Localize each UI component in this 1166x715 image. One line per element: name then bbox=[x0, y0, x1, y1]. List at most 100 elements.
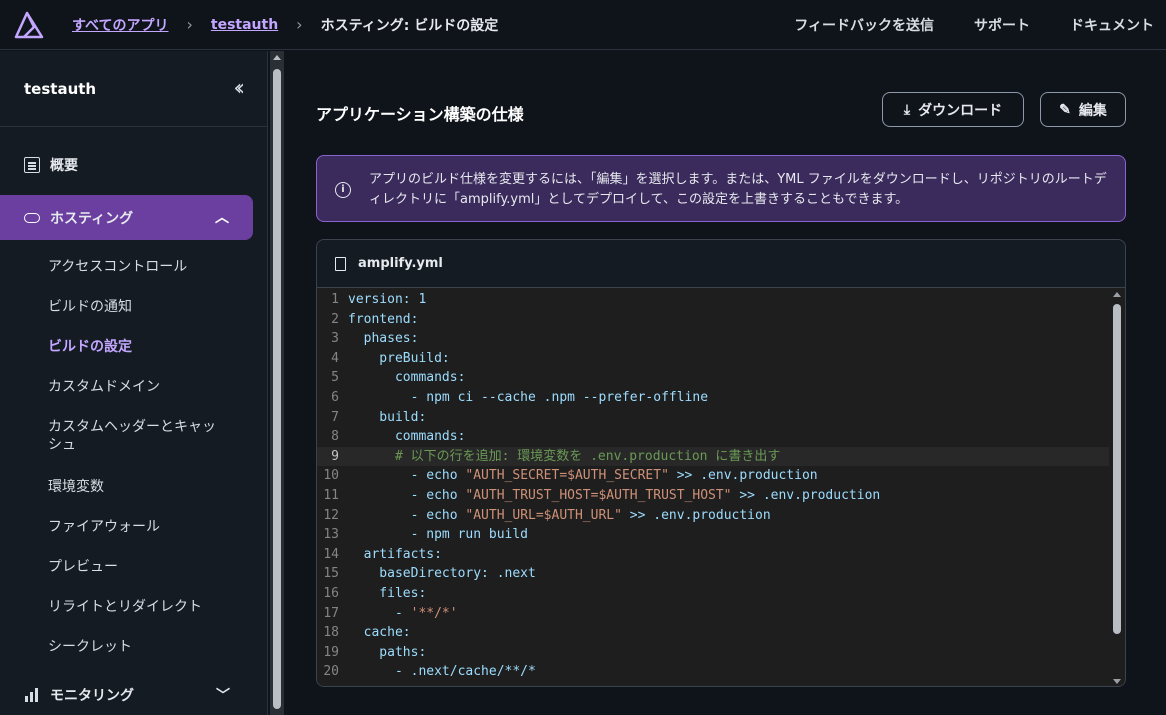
download-icon: ⤓ bbox=[903, 101, 911, 117]
info-alert-text: アプリのビルド仕様を変更するには、「編集」を選択します。または、YML ファイル… bbox=[369, 172, 1107, 207]
chevron-down-icon: ﹀ bbox=[216, 688, 230, 704]
breadcrumb-app[interactable]: testauth bbox=[211, 17, 278, 33]
line-number: 7 bbox=[331, 409, 339, 425]
sidebar-item-secrets[interactable]: シークレット bbox=[48, 638, 228, 678]
line-content: - echo "AUTH_URL=$AUTH_URL" >> .env.prod… bbox=[348, 507, 771, 523]
code-line: 5 commands: bbox=[317, 368, 1109, 388]
code-line: 7 build: bbox=[317, 408, 1109, 428]
file-icon bbox=[335, 256, 346, 271]
code-line: 19 paths: bbox=[317, 643, 1109, 663]
support-link[interactable]: サポート bbox=[974, 15, 1030, 35]
line-content: - '**/*' bbox=[348, 605, 458, 621]
code-line: 8 commands: bbox=[317, 427, 1109, 447]
line-number: 15 bbox=[323, 566, 339, 582]
line-content: baseDirectory: .next bbox=[348, 566, 536, 582]
code-lines: 1 version: 1 2 frontend: 3 phases: 4 preBuild… bbox=[317, 290, 1109, 682]
breadcrumb: すべてのアプリ › testauth › ホスティング: ビルドの設定 bbox=[72, 15, 498, 35]
line-content: - .next/cache/**/* bbox=[348, 664, 536, 680]
edit-button[interactable]: ✎ 編集 bbox=[1040, 92, 1126, 127]
sidebar-item-firewall[interactable]: ファイアウォール bbox=[48, 518, 228, 558]
line-content: artifacts: bbox=[348, 546, 442, 562]
double-chevron-left-icon[interactable]: ‹‹ bbox=[233, 76, 244, 101]
sidebar-item-monitoring[interactable]: モニタリング ﹀ bbox=[24, 685, 234, 705]
line-content: build: bbox=[348, 409, 427, 425]
line-content: # 以下の行を追加: 環境変数を .env.production に書き出す bbox=[348, 448, 781, 464]
sidebar-item-rewrites-redirects[interactable]: リライトとリダイレクト bbox=[48, 598, 228, 638]
feedback-link[interactable]: フィードバックを送信 bbox=[794, 15, 934, 35]
sidebar-item-build-settings[interactable]: ビルドの設定 bbox=[48, 338, 228, 378]
code-line: 1 version: 1 bbox=[317, 290, 1109, 310]
info-alert: i アプリのビルド仕様を変更するには、「編集」を選択します。または、YML ファ… bbox=[316, 155, 1126, 222]
code-editor[interactable]: 1 version: 1 2 frontend: 3 phases: 4 preBuild… bbox=[317, 288, 1125, 686]
line-number: 6 bbox=[331, 389, 339, 405]
sidebar-item-environment-variables[interactable]: 環境変数 bbox=[48, 478, 228, 518]
bar-chart-icon bbox=[24, 688, 40, 702]
line-content: commands: bbox=[348, 370, 466, 386]
code-editor-scrollbar[interactable] bbox=[1109, 288, 1125, 686]
sidebar-item-access-control[interactable]: アクセスコントロール bbox=[48, 258, 228, 298]
line-content: files: bbox=[348, 585, 427, 601]
chevron-right-icon: › bbox=[296, 15, 303, 34]
line-number: 20 bbox=[323, 664, 339, 680]
line-number: 12 bbox=[323, 507, 339, 523]
line-number: 11 bbox=[323, 487, 339, 503]
code-line: 4 preBuild: bbox=[317, 349, 1109, 369]
line-number: 4 bbox=[331, 350, 339, 366]
hosting-submenu: アクセスコントロール ビルドの通知 ビルドの設定 カスタムドメイン カスタムヘッ… bbox=[48, 258, 228, 678]
line-number: 14 bbox=[323, 546, 339, 562]
code-panel-header: amplify.yml bbox=[317, 240, 1125, 288]
main-content: アプリケーション構築の仕様 ⤓ ダウンロード ✎ 編集 i アプリのビルド仕様を… bbox=[284, 51, 1166, 715]
line-number: 18 bbox=[323, 625, 339, 641]
code-line: 18 cache: bbox=[317, 623, 1109, 643]
download-button[interactable]: ⤓ ダウンロード bbox=[882, 92, 1024, 127]
code-line: 16 files: bbox=[317, 584, 1109, 604]
code-line: 10 - echo "AUTH_SECRET=$AUTH_SECRET" >> … bbox=[317, 466, 1109, 486]
line-content: - npm ci --cache .npm --prefer-offline bbox=[348, 389, 709, 405]
line-number: 13 bbox=[323, 527, 339, 543]
line-number: 2 bbox=[331, 311, 339, 327]
sidebar-app-title: testauth bbox=[24, 79, 97, 98]
line-content: paths: bbox=[348, 644, 427, 660]
cloud-icon bbox=[24, 212, 40, 223]
line-number: 16 bbox=[323, 585, 339, 601]
sidebar-item-overview[interactable]: 概要 bbox=[24, 155, 78, 175]
breadcrumb-all-apps[interactable]: すべてのアプリ bbox=[72, 15, 168, 35]
line-number: 10 bbox=[323, 468, 339, 484]
line-content: phases: bbox=[348, 331, 419, 347]
line-content: version: 1 bbox=[348, 292, 427, 307]
code-line: 14 artifacts: bbox=[317, 545, 1109, 565]
line-number: 3 bbox=[331, 331, 339, 347]
edit-button-label: 編集 bbox=[1078, 101, 1107, 118]
line-content: - echo "AUTH_SECRET=$AUTH_SECRET" >> .en… bbox=[348, 468, 818, 484]
documentation-link[interactable]: ドキュメント bbox=[1070, 15, 1154, 35]
chevron-up-icon: ︿ bbox=[215, 210, 229, 226]
amplify-logo-icon[interactable] bbox=[14, 10, 44, 40]
top-navigation-bar: すべてのアプリ › testauth › ホスティング: ビルドの設定 フィード… bbox=[0, 0, 1166, 50]
line-content: - echo "AUTH_TRUST_HOST=$AUTH_TRUST_HOST… bbox=[348, 487, 881, 503]
sidebar-item-custom-headers[interactable]: カスタムヘッダーとキャッシュ bbox=[48, 418, 228, 478]
code-line: 6 - npm ci --cache .npm --prefer-offline bbox=[317, 388, 1109, 408]
chevron-right-icon: › bbox=[186, 15, 193, 34]
sidebar-item-label: 概要 bbox=[50, 158, 78, 174]
sidebar-item-hosting[interactable]: ホスティング ︿ bbox=[0, 195, 253, 240]
sidebar-item-build-notifications[interactable]: ビルドの通知 bbox=[48, 298, 228, 338]
code-line: 12 - echo "AUTH_URL=$AUTH_URL" >> .env.p… bbox=[317, 506, 1109, 526]
code-line: 11 - echo "AUTH_TRUST_HOST=$AUTH_TRUST_H… bbox=[317, 486, 1109, 506]
sidebar-item-label: ホスティング bbox=[50, 210, 134, 227]
code-line: 2 frontend: bbox=[317, 310, 1109, 330]
breadcrumb-current: ホスティング: ビルドの設定 bbox=[320, 17, 499, 34]
line-content: preBuild: bbox=[348, 350, 450, 366]
line-number: 17 bbox=[323, 605, 339, 621]
page-title: アプリケーション構築の仕様 bbox=[316, 105, 524, 124]
pencil-icon: ✎ bbox=[1059, 101, 1071, 117]
line-number: 9 bbox=[331, 448, 339, 464]
sidebar-item-custom-domains[interactable]: カスタムドメイン bbox=[48, 378, 228, 418]
code-line: 17 - '**/*' bbox=[317, 604, 1109, 624]
line-number: 1 bbox=[331, 292, 339, 307]
code-line: 3 phases: bbox=[317, 329, 1109, 349]
info-icon: i bbox=[335, 182, 351, 198]
code-line: 15 baseDirectory: .next bbox=[317, 564, 1109, 584]
sidebar-item-previews[interactable]: プレビュー bbox=[48, 558, 228, 598]
sidebar-scrollbar[interactable] bbox=[270, 51, 284, 715]
file-name: amplify.yml bbox=[358, 256, 443, 271]
